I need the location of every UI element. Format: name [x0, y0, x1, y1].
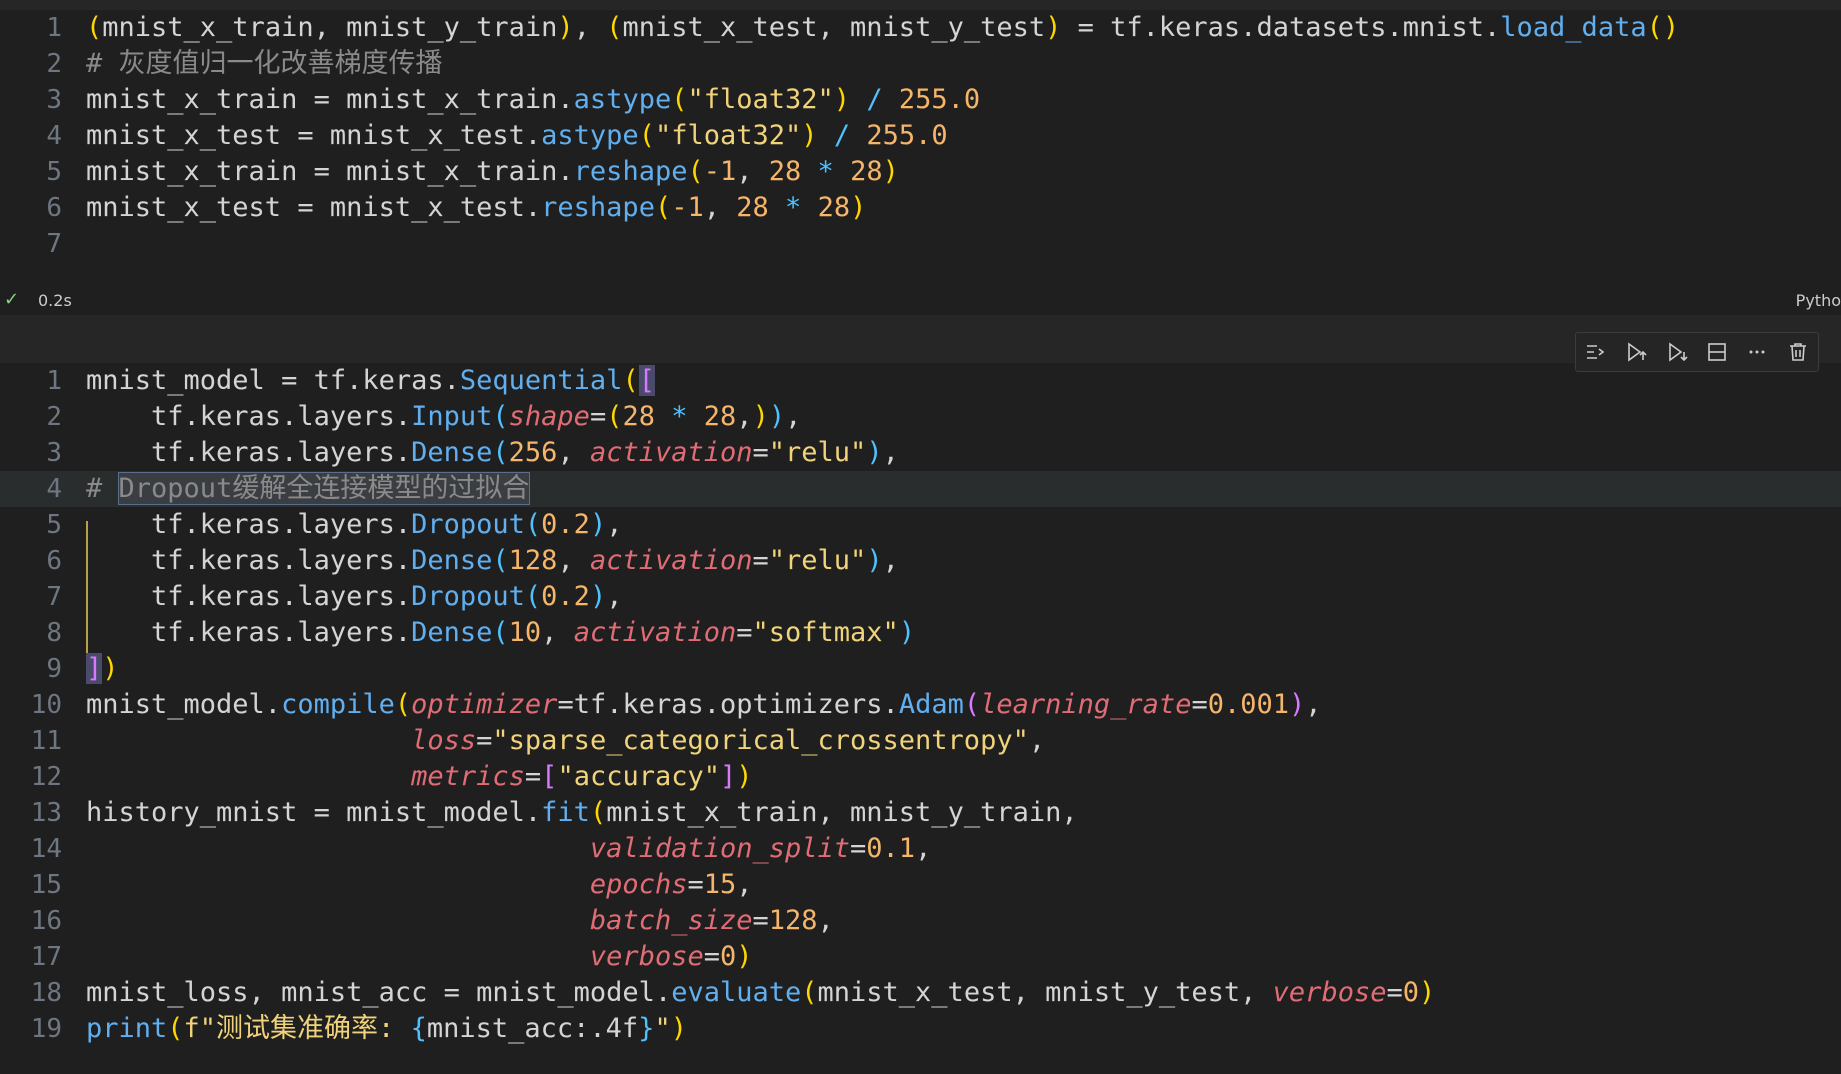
code-text: batch_size=128,: [589, 905, 834, 936]
code-line[interactable]: 17 verbose=0): [0, 939, 1841, 975]
code-line[interactable]: 3 tf.keras.layers.Dense(256, activation=…: [0, 435, 1841, 471]
code-line[interactable]: 16 batch_size=128,: [0, 903, 1841, 939]
line-number: 3: [46, 85, 62, 115]
line-number: 14: [30, 834, 62, 864]
line-number: 11: [30, 726, 62, 756]
code-text: tf.keras.layers.Dropout(0.2),: [86, 581, 623, 612]
code-line[interactable]: 13 history_mnist = mnist_model.fit(mnist_…: [0, 795, 1841, 831]
line-number: 18: [30, 978, 62, 1008]
code-line[interactable]: 6 mnist_x_test = mnist_x_test.reshape(-1,…: [0, 190, 1841, 226]
code-text: tf.keras.layers.Dropout(0.2),: [86, 509, 623, 540]
code-editor[interactable]: 1 (mnist_x_train, mnist_y_train), (mnist_…: [0, 10, 1841, 262]
code-comment: # Dropout缓解全连接模型的过拟合: [86, 472, 531, 505]
code-text: mnist_model.compile(optimizer=tf.keras.o…: [86, 689, 1322, 720]
code-line[interactable]: 1 (mnist_x_train, mnist_y_train), (mnist_…: [0, 10, 1841, 46]
line-number: 16: [30, 906, 62, 936]
code-text: tf.keras.layers.Dense(256, activation="r…: [86, 437, 899, 468]
code-text: mnist_x_test = mnist_x_test.reshape(-1, …: [86, 192, 867, 223]
code-cell-2[interactable]: 1 mnist_model = tf.keras.Sequential([ 2 t…: [0, 363, 1841, 1074]
line-number: 4: [46, 474, 62, 504]
code-line[interactable]: 4 mnist_x_test = mnist_x_test.astype("flo…: [0, 118, 1841, 154]
code-line[interactable]: 10 mnist_model.compile(optimizer=tf.keras…: [0, 687, 1841, 723]
code-line[interactable]: 7 tf.keras.layers.Dropout(0.2),: [0, 579, 1841, 615]
code-text: validation_split=0.1,: [589, 833, 932, 864]
code-text: tf.keras.layers.Dense(10, activation="so…: [86, 617, 916, 648]
execution-time: 0.2s: [38, 291, 72, 310]
line-number: 15: [30, 870, 62, 900]
line-number: 6: [46, 193, 62, 223]
code-text: mnist_model = tf.keras.Sequential([: [86, 365, 655, 396]
cell-separator: [0, 315, 1841, 363]
code-line[interactable]: 11 loss="sparse_categorical_crossentropy…: [0, 723, 1841, 759]
kernel-language[interactable]: Pytho: [1796, 291, 1841, 310]
code-text: (mnist_x_train, mnist_y_train), (mnist_x…: [86, 12, 1680, 43]
line-number: 1: [46, 13, 62, 43]
code-text: history_mnist = mnist_model.fit(mnist_x_…: [86, 797, 1078, 828]
cell-status-bar: ✓ 0.2s Pytho: [0, 285, 1841, 315]
code-text: verbose=0): [589, 941, 753, 972]
code-line[interactable]: 15 epochs=15,: [0, 867, 1841, 903]
code-line[interactable]: 6 tf.keras.layers.Dense(128, activation=…: [0, 543, 1841, 579]
code-text: tf.keras.layers.Dense(128, activation="r…: [86, 545, 899, 576]
code-text: mnist_loss, mnist_acc = mnist_model.eval…: [86, 977, 1436, 1008]
line-number: 10: [30, 690, 62, 720]
line-number: 2: [46, 49, 62, 79]
code-text: loss="sparse_categorical_crossentropy",: [411, 725, 1046, 756]
line-number: 1: [46, 366, 62, 396]
code-line-selected[interactable]: 4 # Dropout缓解全连接模型的过拟合: [0, 471, 1841, 507]
code-line[interactable]: 14 validation_split=0.1,: [0, 831, 1841, 867]
line-number: 9: [46, 654, 62, 684]
code-line[interactable]: 3 mnist_x_train = mnist_x_train.astype("f…: [0, 82, 1841, 118]
code-line[interactable]: 2 tf.keras.layers.Input(shape=(28 * 28,)…: [0, 399, 1841, 435]
line-number: 3: [46, 438, 62, 468]
line-number: 12: [30, 762, 62, 792]
code-line[interactable]: 8 tf.keras.layers.Dense(10, activation="…: [0, 615, 1841, 651]
top-strip: [0, 0, 1841, 10]
code-cell-1[interactable]: 1 (mnist_x_train, mnist_y_train), (mnist_…: [0, 10, 1841, 300]
line-number: 5: [46, 157, 62, 187]
line-number: 5: [46, 510, 62, 540]
line-number: 4: [46, 121, 62, 151]
line-number: 2: [46, 402, 62, 432]
code-line[interactable]: 18 mnist_loss, mnist_acc = mnist_model.ev…: [0, 975, 1841, 1011]
code-text: mnist_x_train = mnist_x_train.astype("fl…: [86, 84, 981, 115]
code-line[interactable]: 12 metrics=["accuracy"]): [0, 759, 1841, 795]
code-text: mnist_x_train = mnist_x_train.reshape(-1…: [86, 156, 899, 187]
line-number: 13: [30, 798, 62, 828]
success-check-icon: ✓: [4, 289, 20, 310]
code-text: mnist_x_test = mnist_x_test.astype("floa…: [86, 120, 948, 151]
code-line[interactable]: 5 mnist_x_train = mnist_x_train.reshape(-…: [0, 154, 1841, 190]
code-text: print(f"测试集准确率: {mnist_acc:.4f}"): [86, 1013, 687, 1044]
line-number: 7: [46, 229, 62, 259]
code-comment: # 灰度值归一化改善梯度传播: [86, 48, 443, 79]
code-editor[interactable]: 1 mnist_model = tf.keras.Sequential([ 2 t…: [0, 363, 1841, 1047]
code-text: metrics=["accuracy"]): [411, 761, 753, 792]
code-line[interactable]: 5 tf.keras.layers.Dropout(0.2),: [0, 507, 1841, 543]
code-line[interactable]: 7: [0, 226, 1841, 262]
code-text: ]): [86, 653, 119, 684]
code-line[interactable]: 9]): [0, 651, 1841, 687]
line-number: 17: [30, 942, 62, 972]
line-number: 19: [30, 1014, 62, 1044]
code-text: epochs=15,: [589, 869, 753, 900]
line-number: 6: [46, 546, 62, 576]
line-number: 8: [46, 618, 62, 648]
line-number: 7: [46, 582, 62, 612]
code-line[interactable]: 1 mnist_model = tf.keras.Sequential([: [0, 363, 1841, 399]
code-text: tf.keras.layers.Input(shape=(28 * 28,)),: [86, 401, 802, 432]
code-line[interactable]: 2 # 灰度值归一化改善梯度传播: [0, 46, 1841, 82]
code-line[interactable]: 19 print(f"测试集准确率: {mnist_acc:.4f}"): [0, 1011, 1841, 1047]
